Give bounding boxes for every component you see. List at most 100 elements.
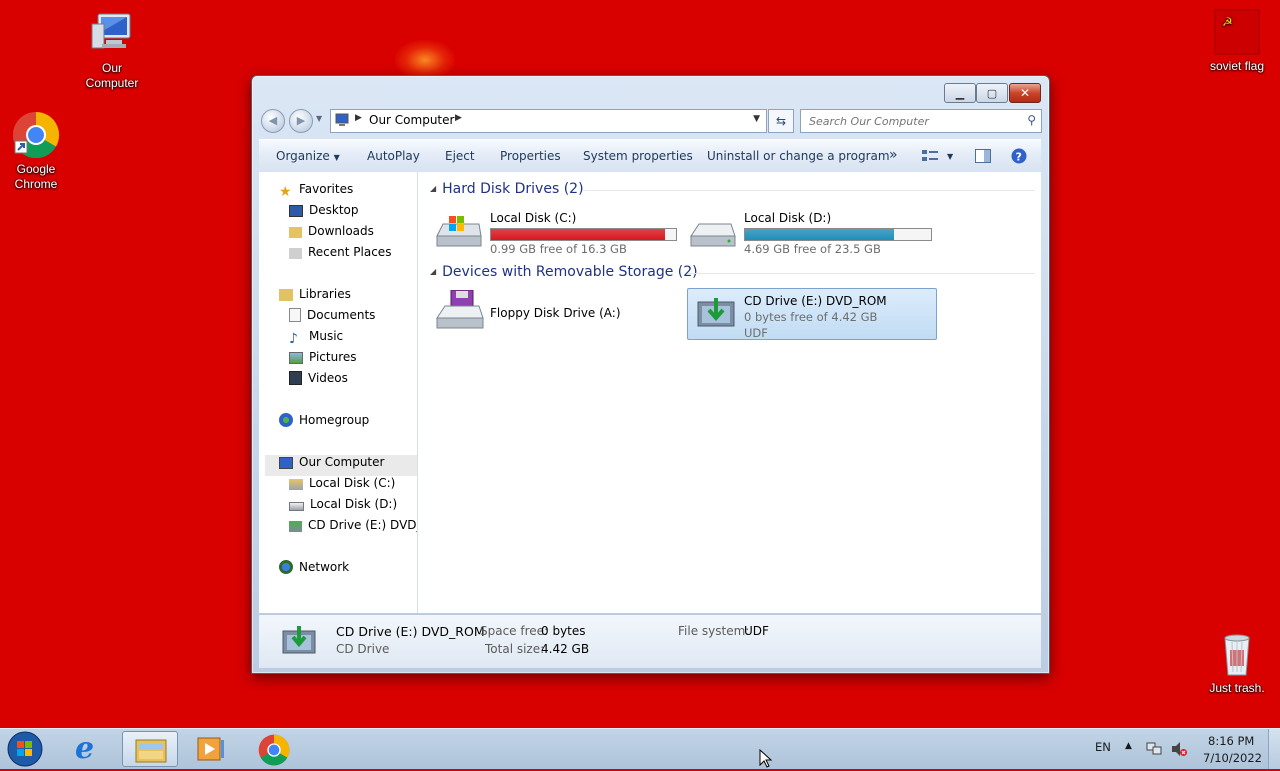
minimize-button[interactable]: ▁ <box>944 83 976 103</box>
nav-documents[interactable]: Documents <box>289 308 375 322</box>
nav-recent-places[interactable]: Recent Places <box>289 245 391 259</box>
clock-date[interactable]: 7/10/2022 <box>1203 751 1262 765</box>
nav-favorites[interactable]: ★ Favorites <box>279 182 353 200</box>
show-desktop-button[interactable] <box>1268 729 1280 769</box>
system-properties-button[interactable]: System properties <box>583 149 693 163</box>
organize-button[interactable]: Organize ▼ <box>276 149 340 163</box>
preview-pane-icon[interactable] <box>975 149 991 163</box>
nav-label: Videos <box>308 371 348 385</box>
nav-homegroup[interactable]: Homegroup <box>279 413 369 427</box>
mouse-cursor-icon <box>759 749 773 768</box>
internet-explorer-icon: e <box>75 731 95 766</box>
nav-our-computer[interactable]: Our Computer <box>279 455 384 469</box>
computer-small-icon <box>279 457 293 469</box>
back-button[interactable]: ◀ <box>261 109 285 133</box>
taskbar-media-player[interactable] <box>183 731 239 767</box>
drive-e-name: CD Drive (E:) DVD_ROM <box>744 294 887 308</box>
nav-label: Homegroup <box>299 413 370 427</box>
more-commands-button[interactable]: » <box>889 147 898 163</box>
nav-desktop[interactable]: Desktop <box>289 203 359 217</box>
desktop-icon-google-chrome[interactable]: Google Chrome <box>0 111 81 192</box>
language-indicator[interactable]: EN <box>1095 740 1111 754</box>
details-type: CD Drive <box>336 642 390 656</box>
nav-local-disk-d[interactable]: Local Disk (D:) <box>289 497 397 511</box>
command-bar: Organize ▼ AutoPlay Eject Properties Sys… <box>259 139 1041 173</box>
details-space-free-value: 0 bytes <box>541 624 586 638</box>
nav-videos[interactable]: Videos <box>289 371 348 385</box>
breadcrumb-chevron-icon[interactable]: ▶ <box>455 113 462 123</box>
nav-network[interactable]: Network <box>279 560 349 574</box>
desktop-icon-our-computer[interactable]: Our Computer <box>67 10 157 91</box>
nav-music[interactable]: ♪ Music <box>289 329 343 347</box>
drive-a-name: Floppy Disk Drive (A:) <box>490 306 621 320</box>
close-button[interactable]: ✕ <box>1009 83 1041 103</box>
view-options-chevron-icon[interactable]: ▼ <box>947 152 953 161</box>
address-path[interactable]: Our Computer <box>369 113 454 127</box>
maximize-icon: ▢ <box>986 86 998 100</box>
details-total-size-value: 4.42 GB <box>541 642 590 656</box>
change-view-icon[interactable] <box>922 149 938 163</box>
refresh-button[interactable]: ⇆ <box>768 109 794 133</box>
help-icon[interactable]: ? <box>1011 148 1027 164</box>
drive-d-usage-fill <box>745 229 894 240</box>
refresh-icon: ⇆ <box>775 114 787 128</box>
svg-text:☭: ☭ <box>1222 15 1233 29</box>
drive-c-name: Local Disk (C:) <box>490 211 577 225</box>
uninstall-program-button[interactable]: Uninstall or change a program <box>707 149 890 163</box>
content-pane: ◢ Hard Disk Drives (2) Local Disk (C:) 0.… <box>418 172 1041 613</box>
desktop-icon <box>289 205 303 217</box>
start-button[interactable] <box>6 730 44 768</box>
maximize-button[interactable]: ▢ <box>976 83 1008 103</box>
group-label: Devices with Removable Storage (2) <box>442 264 698 280</box>
desktop-icon-label: Google Chrome <box>14 162 58 191</box>
documents-icon <box>289 308 301 322</box>
desktop-icon-label: soviet flag <box>1209 59 1265 73</box>
details-space-free-label: Space free: <box>480 624 549 638</box>
explorer-window[interactable]: ▁ ▢ ✕ ◀ ▶ ▼ ▶ Our Computer ▶ ▼ ⇆ ⚲ Organ… <box>251 75 1050 674</box>
nav-libraries[interactable]: Libraries <box>279 287 351 301</box>
network-tray-icon[interactable] <box>1146 741 1162 757</box>
search-icon[interactable]: ⚲ <box>1027 113 1036 127</box>
drive-c-free-space: 0.99 GB free of 16.3 GB <box>490 242 627 256</box>
drive-c-usage-bar <box>490 228 677 241</box>
nav-cd-drive[interactable]: CD Drive (E:) DVD_ROM <box>289 518 417 532</box>
minimize-icon: ▁ <box>955 86 965 100</box>
taskbar: e EN ▲ 8:16 PM 7/10/2022 <box>0 728 1280 769</box>
group-removable-storage[interactable]: ◢ Devices with Removable Storage (2) <box>430 264 698 280</box>
properties-button[interactable]: Properties <box>500 149 561 163</box>
downloads-folder-icon <box>289 227 302 238</box>
taskbar-windows-explorer[interactable] <box>122 731 178 767</box>
collapse-triangle-icon: ◢ <box>430 184 437 193</box>
eject-button[interactable]: Eject <box>445 149 475 163</box>
computer-small-icon <box>335 113 349 126</box>
nav-local-disk-c[interactable]: Local Disk (C:) <box>289 476 395 490</box>
autoplay-button[interactable]: AutoPlay <box>367 149 420 163</box>
taskbar-google-chrome[interactable] <box>246 731 302 767</box>
recent-pages-chevron-icon[interactable]: ▼ <box>316 114 322 123</box>
back-arrow-icon: ◀ <box>268 114 278 127</box>
windows-drive-icon <box>436 216 482 247</box>
floppy-drive-icon <box>436 290 484 329</box>
forward-button[interactable]: ▶ <box>289 109 313 133</box>
search-box[interactable]: ⚲ <box>800 109 1042 133</box>
libraries-icon <box>279 289 293 301</box>
collapse-triangle-icon: ◢ <box>430 267 437 276</box>
group-hard-disk-drives[interactable]: ◢ Hard Disk Drives (2) <box>430 181 584 197</box>
drive-d-free-space: 4.69 GB free of 23.5 GB <box>744 242 881 256</box>
nav-label: Desktop <box>309 203 359 217</box>
nav-label: Recent Places <box>308 245 392 259</box>
clock-time[interactable]: 8:16 PM <box>1208 734 1254 748</box>
details-filesystem-value: UDF <box>744 624 769 638</box>
address-bar[interactable]: ▶ Our Computer ▶ ▼ <box>330 109 767 133</box>
address-dropdown-icon[interactable]: ▼ <box>753 114 760 124</box>
drive-c-usage-fill <box>491 229 665 240</box>
desktop-icon-recycle-bin[interactable]: Just trash. <box>1192 630 1280 696</box>
nav-downloads[interactable]: Downloads <box>289 224 374 238</box>
volume-muted-icon[interactable] <box>1171 741 1187 757</box>
cd-drive-large-icon <box>282 626 316 654</box>
taskbar-internet-explorer[interactable]: e <box>61 731 117 767</box>
show-hidden-icons-button[interactable]: ▲ <box>1125 741 1132 751</box>
search-input[interactable] <box>807 112 1021 130</box>
nav-pictures[interactable]: Pictures <box>289 350 357 364</box>
desktop-icon-soviet-flag[interactable]: ☭ soviet flag <box>1192 8 1280 74</box>
